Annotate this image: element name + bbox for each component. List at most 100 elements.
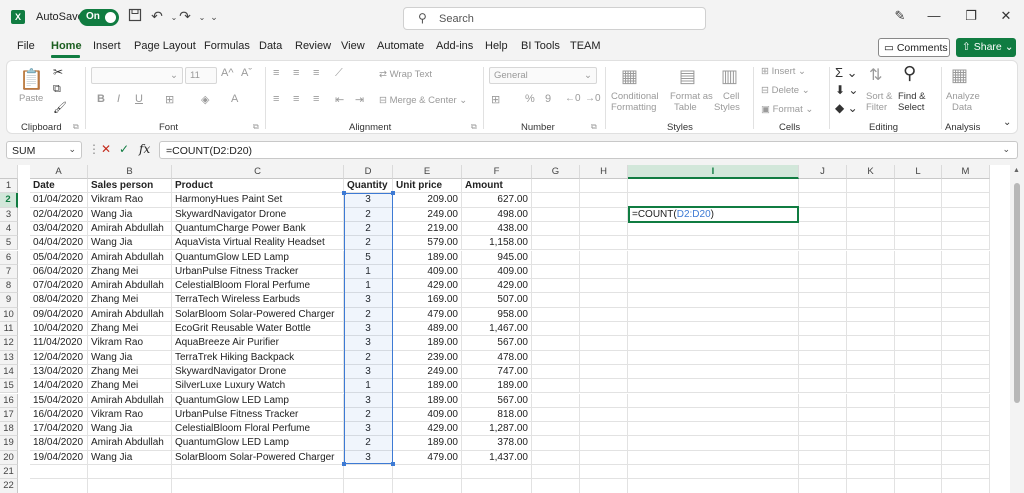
cell-k7[interactable] [847, 264, 895, 280]
range-resize-handle[interactable] [391, 191, 395, 195]
cell-m11[interactable] [942, 322, 990, 337]
cell-c14[interactable]: SkywardNavigator Drone [172, 364, 344, 380]
cell-a8[interactable]: 07/04/2020 [30, 279, 88, 294]
align-center-icon[interactable]: ≡ [293, 93, 299, 105]
cell-e21[interactable] [393, 465, 462, 480]
cell-j15[interactable] [799, 379, 847, 394]
column-header-f[interactable]: F [462, 165, 532, 179]
cell-c22[interactable] [172, 479, 344, 493]
cell-h10[interactable] [580, 307, 628, 322]
cell-i20[interactable] [628, 450, 799, 465]
cell-b16[interactable]: Amirah Abdullah [88, 393, 172, 408]
cell-g2[interactable] [532, 193, 580, 208]
sort-filter-icon[interactable]: ⇅ [869, 65, 882, 85]
cell-f20[interactable]: 1,437.00 [462, 450, 532, 465]
cell-l5[interactable] [895, 236, 942, 251]
range-resize-handle[interactable] [391, 462, 395, 466]
comma-icon[interactable]: 9 [545, 93, 551, 105]
analyze-label[interactable]: Analyze [946, 91, 980, 102]
cell-f10[interactable]: 958.00 [462, 307, 532, 322]
cell-e4[interactable]: 219.00 [393, 221, 462, 237]
cell-b5[interactable]: Wang Jia [88, 236, 172, 251]
cell-f17[interactable]: 818.00 [462, 407, 532, 423]
cell-f15[interactable]: 189.00 [462, 379, 532, 394]
cell-d21[interactable] [344, 465, 393, 480]
row-header-2[interactable]: 2 [0, 193, 18, 208]
cell-m13[interactable] [942, 350, 990, 365]
row-header-9[interactable]: 9 [0, 293, 18, 308]
align-left-icon[interactable]: ≡ [273, 93, 279, 105]
cell-m8[interactable] [942, 279, 990, 294]
font-color-icon[interactable]: A [231, 93, 238, 105]
row-header-5[interactable]: 5 [0, 236, 18, 251]
cell-m6[interactable] [942, 250, 990, 265]
cell-g15[interactable] [532, 379, 580, 394]
decrease-decimal-icon[interactable]: →0 [585, 93, 601, 104]
font-size-box[interactable]: 11 [185, 67, 217, 84]
name-box[interactable]: SUM ⌄ [6, 141, 82, 159]
tab-help[interactable]: Help [485, 40, 508, 52]
cell-g20[interactable] [532, 450, 580, 465]
increase-decimal-icon[interactable]: ←0 [565, 93, 581, 104]
row-header-7[interactable]: 7 [0, 264, 18, 280]
cell-m4[interactable] [942, 221, 990, 237]
cell-m15[interactable] [942, 379, 990, 394]
cell-h19[interactable] [580, 436, 628, 451]
cell-c6[interactable]: QuantumGlow LED Lamp [172, 250, 344, 265]
cell-j7[interactable] [799, 264, 847, 280]
cell-b10[interactable]: Amirah Abdullah [88, 307, 172, 322]
cell-l10[interactable] [895, 307, 942, 322]
cut-icon[interactable]: ✂ [53, 65, 63, 79]
decrease-indent-icon[interactable]: ⇤ [335, 93, 344, 106]
cell-k1[interactable] [847, 179, 895, 194]
cell-i12[interactable] [628, 336, 799, 351]
cell-c10[interactable]: SolarBloom Solar-Powered Charger [172, 307, 344, 322]
cell-a11[interactable]: 10/04/2020 [30, 322, 88, 337]
cell-j16[interactable] [799, 393, 847, 408]
cell-e15[interactable]: 189.00 [393, 379, 462, 394]
underline-icon[interactable]: U [135, 93, 143, 105]
cell-g13[interactable] [532, 350, 580, 365]
cell-g10[interactable] [532, 307, 580, 322]
cell-e10[interactable]: 479.00 [393, 307, 462, 322]
cell-c7[interactable]: UrbanPulse Fitness Tracker [172, 264, 344, 280]
cell-h22[interactable] [580, 479, 628, 493]
cell-i14[interactable] [628, 364, 799, 380]
cell-l8[interactable] [895, 279, 942, 294]
cell-a6[interactable]: 05/04/2020 [30, 250, 88, 265]
bold-icon[interactable]: B [97, 93, 105, 105]
cell-l16[interactable] [895, 393, 942, 408]
cell-a21[interactable] [30, 465, 88, 480]
cell-c1[interactable]: Product [172, 179, 344, 194]
font-launcher-icon[interactable]: ⧉ [253, 122, 259, 132]
cell-a18[interactable]: 17/04/2020 [30, 422, 88, 437]
row-header-4[interactable]: 4 [0, 221, 18, 237]
column-header-g[interactable]: G [532, 165, 580, 179]
cell-m3[interactable] [942, 207, 990, 222]
tab-file[interactable]: File [17, 40, 35, 52]
cell-j18[interactable] [799, 422, 847, 437]
number-launcher-icon[interactable]: ⧉ [591, 122, 597, 132]
cell-l12[interactable] [895, 336, 942, 351]
cell-k17[interactable] [847, 407, 895, 423]
cell-i11[interactable] [628, 322, 799, 337]
paste-label[interactable]: Paste [19, 93, 43, 104]
cell-i6[interactable] [628, 250, 799, 265]
cell-l9[interactable] [895, 293, 942, 308]
cell-i5[interactable] [628, 236, 799, 251]
cell-f18[interactable]: 1,287.00 [462, 422, 532, 437]
cell-l18[interactable] [895, 422, 942, 437]
cell-b6[interactable]: Amirah Abdullah [88, 250, 172, 265]
cell-i21[interactable] [628, 465, 799, 480]
cell-e22[interactable] [393, 479, 462, 493]
format-as-label[interactable]: Format as [670, 91, 713, 102]
cell-e8[interactable]: 429.00 [393, 279, 462, 294]
row-header-20[interactable]: 20 [0, 450, 18, 465]
cell-h21[interactable] [580, 465, 628, 480]
cell-h14[interactable] [580, 364, 628, 380]
cell-i7[interactable] [628, 264, 799, 280]
row-header-8[interactable]: 8 [0, 279, 18, 294]
cell-b2[interactable]: Vikram Rao [88, 193, 172, 208]
cell-c20[interactable]: SolarBloom Solar-Powered Charger [172, 450, 344, 465]
cell-c5[interactable]: AquaVista Virtual Reality Headset [172, 236, 344, 251]
